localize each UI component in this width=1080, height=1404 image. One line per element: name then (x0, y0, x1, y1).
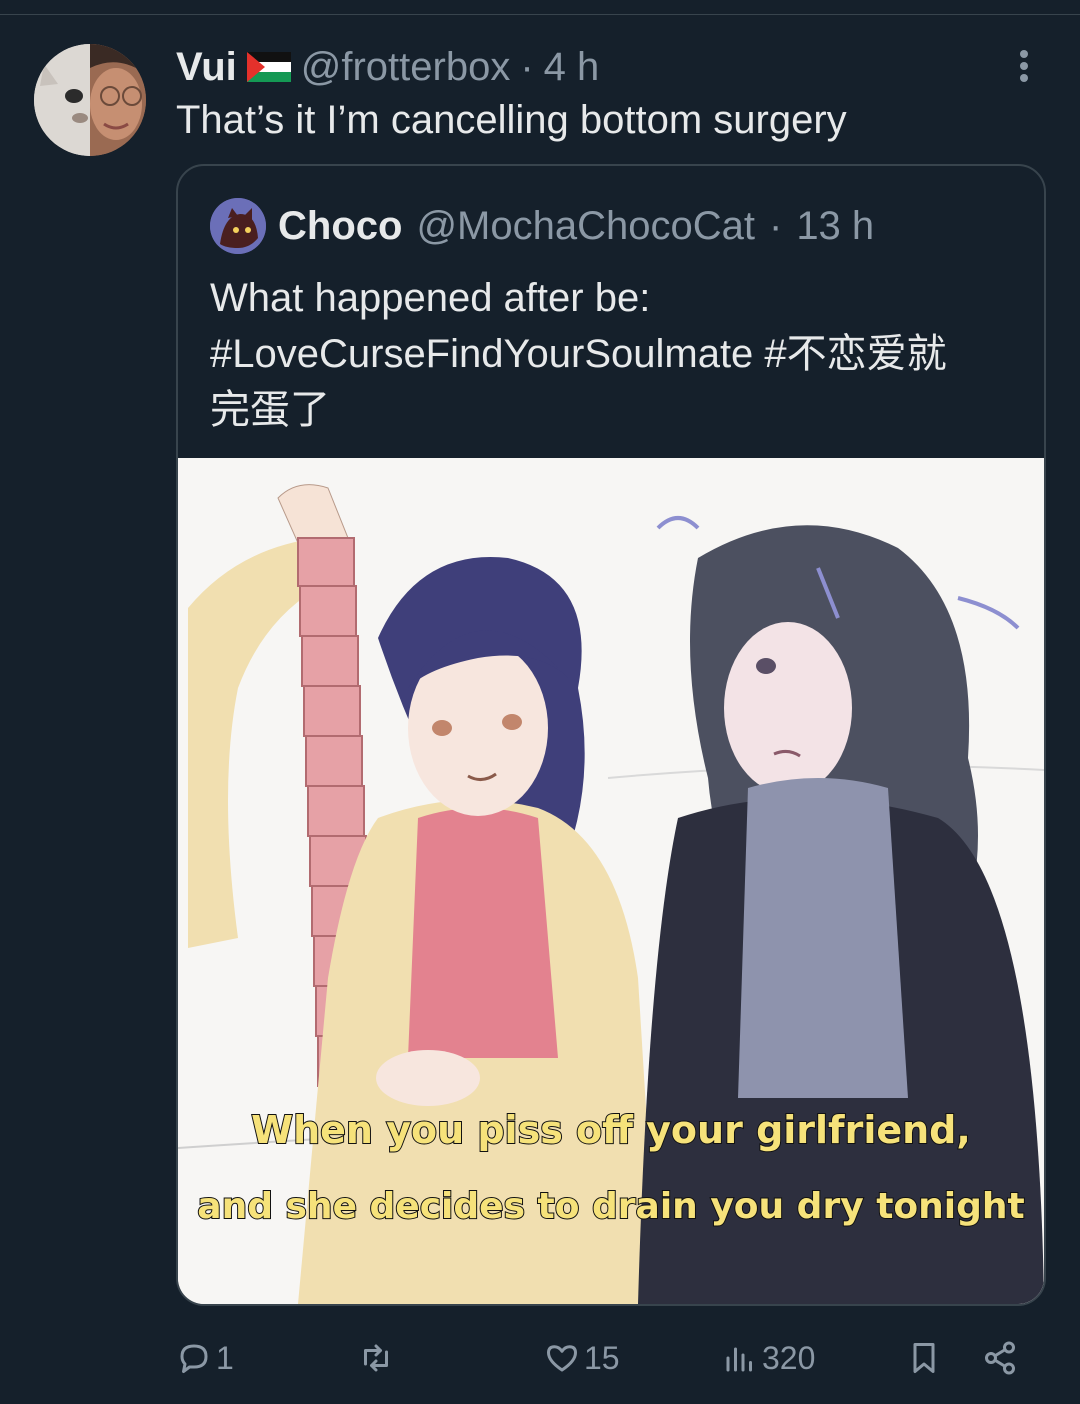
quoted-text: What happened after be: #LoveCurseFindYo… (210, 270, 1030, 438)
bookmark-icon (913, 1343, 935, 1373)
retweet-icon (364, 1344, 388, 1372)
like-count: 15 (584, 1339, 620, 1376)
share-button[interactable] (982, 1336, 1018, 1380)
retweet-button[interactable] (358, 1336, 398, 1380)
action-bar: 1 15 320 (176, 1336, 1046, 1380)
views-count: 320 (762, 1339, 816, 1376)
reply-button[interactable]: 1 (176, 1336, 234, 1380)
reply-count: 1 (216, 1339, 234, 1376)
post-header: Vui @frotterbox · 4 h (176, 44, 599, 90)
palestine-flag-icon (246, 52, 291, 82)
illustration (178, 458, 1044, 1304)
quoted-avatar-image (210, 198, 266, 254)
quoted-separator-dot: · (768, 203, 783, 248)
quoted-text-line-2[interactable]: #LoveCurseFindYourSoulmate #不恋爱就 (210, 326, 1030, 382)
author-avatar[interactable] (34, 44, 146, 156)
quoted-header: Choco @MochaChocoCat · 13 h (278, 202, 874, 250)
quoted-media-image[interactable]: When you piss off your girlfriend, and s… (178, 458, 1044, 1304)
share-icon (985, 1341, 1015, 1375)
quoted-author-handle[interactable]: @MochaChocoCat (416, 204, 755, 249)
quoted-post[interactable]: Choco @MochaChocoCat · 13 h What happene… (176, 164, 1046, 1306)
like-icon (547, 1345, 577, 1372)
post-time[interactable]: 4 h (544, 45, 600, 90)
post-text: That’s it I’m cancelling bottom surgery (176, 98, 847, 142)
media-caption-line-2: and she decides to drain you dry tonight (196, 1185, 1025, 1228)
views-icon (726, 1347, 752, 1372)
quoted-author-name[interactable]: Choco (278, 204, 402, 249)
bookmark-button[interactable] (906, 1336, 942, 1380)
more-icon[interactable] (1004, 46, 1044, 86)
separator-dot: · (520, 44, 534, 89)
like-button[interactable]: 15 (544, 1336, 620, 1380)
reply-icon (180, 1344, 208, 1373)
quoted-author-avatar[interactable] (210, 198, 266, 254)
quoted-text-line-1: What happened after be: (210, 276, 651, 320)
author-avatar-image (34, 44, 146, 156)
quoted-time: 13 h (796, 203, 875, 248)
top-divider (0, 14, 1080, 15)
author-name[interactable]: Vui (176, 45, 237, 90)
quoted-text-line-3[interactable]: 完蛋了 (210, 382, 1030, 438)
media-caption-line-1: When you piss off your girlfriend, (250, 1107, 972, 1153)
views-button[interactable]: 320 (722, 1336, 815, 1380)
author-handle[interactable]: @frotterbox (301, 45, 511, 90)
